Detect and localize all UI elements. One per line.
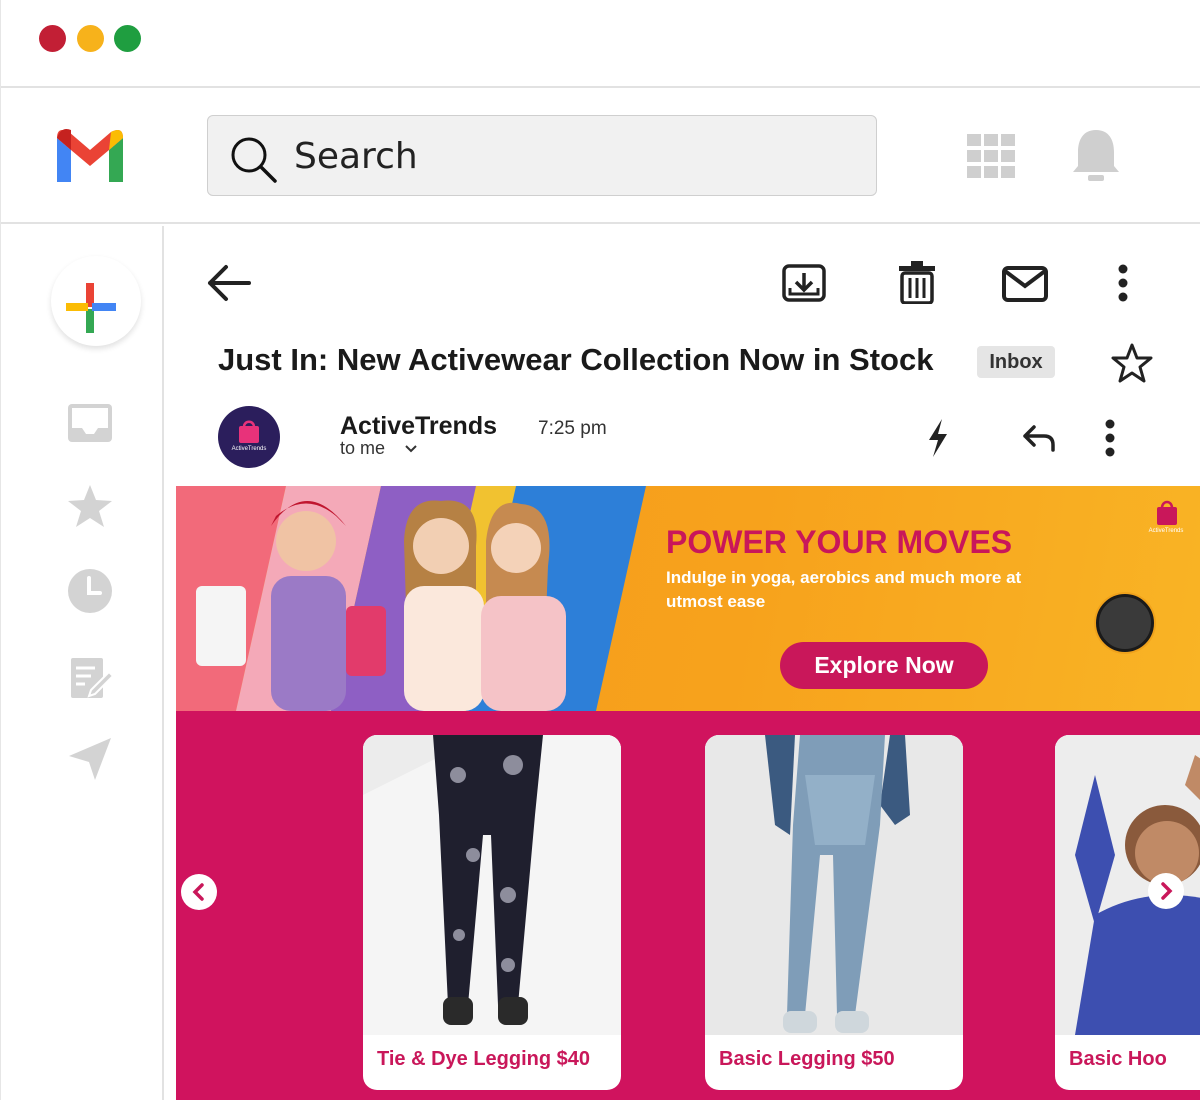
sidebar bbox=[1, 226, 164, 1100]
app-header: Search bbox=[1, 90, 1200, 224]
product-image bbox=[705, 735, 963, 1035]
sender-name[interactable]: ActiveTrends bbox=[340, 412, 497, 441]
recipient-text: to me bbox=[340, 438, 386, 458]
star-icon[interactable] bbox=[65, 482, 115, 532]
bell-icon[interactable] bbox=[1071, 128, 1121, 182]
inbox-icon[interactable] bbox=[65, 398, 115, 448]
apps-grid-icon[interactable] bbox=[967, 134, 1015, 178]
archive-icon[interactable] bbox=[782, 264, 826, 302]
trash-icon[interactable] bbox=[898, 260, 936, 304]
chevron-right-icon bbox=[1161, 882, 1173, 900]
banner-subtext: Indulge in yoga, aerobics and much more … bbox=[666, 568, 1022, 611]
product-carousel: Tie & Dye Legging $40 Basic Legging $50 bbox=[176, 711, 1200, 1100]
search-label: Search bbox=[294, 136, 418, 177]
minimize-window-button[interactable] bbox=[77, 25, 104, 52]
brand-logo: ActiveTrends bbox=[1141, 498, 1191, 536]
clock-icon[interactable] bbox=[65, 566, 115, 616]
carousel-next-button[interactable] bbox=[1148, 873, 1184, 909]
compose-button[interactable] bbox=[51, 256, 141, 346]
more-vert-icon[interactable] bbox=[1103, 419, 1117, 457]
lightning-icon[interactable] bbox=[926, 418, 950, 458]
email-time: 7:25 pm bbox=[538, 418, 607, 439]
email-view: Just In: New Activewear Collection Now i… bbox=[166, 226, 1200, 1100]
sender-avatar: ActiveTrends bbox=[218, 406, 280, 468]
inbox-label-badge[interactable]: Inbox bbox=[977, 346, 1055, 378]
promo-banner: POWER YOUR MOVES Indulge in yoga, aerobi… bbox=[176, 486, 1200, 711]
back-arrow-icon[interactable] bbox=[206, 264, 252, 302]
avatar-brand-text: ActiveTrends bbox=[231, 446, 267, 452]
browser-window: Search Just In: New Activewear Collectio… bbox=[0, 0, 1200, 1100]
product-image bbox=[363, 735, 621, 1035]
search-bar[interactable]: Search bbox=[207, 115, 877, 196]
shopping-bag-icon bbox=[239, 420, 259, 443]
product-card[interactable]: Basic Hoo bbox=[1055, 735, 1200, 1090]
carousel-prev-button[interactable] bbox=[181, 874, 217, 910]
close-window-button[interactable] bbox=[39, 25, 66, 52]
shopping-bag-icon bbox=[1157, 500, 1177, 525]
banner-headline: POWER YOUR MOVES bbox=[666, 524, 1013, 560]
chevron-down-icon[interactable] bbox=[404, 444, 418, 454]
product-name: Tie & Dye Legging $40 bbox=[377, 1048, 591, 1070]
gmail-logo-icon[interactable] bbox=[53, 124, 127, 186]
title-bar bbox=[1, 0, 1200, 88]
product-card[interactable]: Basic Legging $50 bbox=[705, 735, 963, 1090]
more-vert-icon[interactable] bbox=[1116, 264, 1130, 304]
reply-icon[interactable] bbox=[1022, 424, 1056, 452]
star-toggle-icon[interactable] bbox=[1110, 342, 1154, 384]
recipient-line[interactable]: to me bbox=[340, 438, 418, 459]
explore-now-button[interactable]: Explore Now bbox=[780, 642, 988, 689]
mail-icon[interactable] bbox=[1002, 266, 1048, 302]
brand-logo-text: ActiveTrends bbox=[1148, 528, 1184, 534]
product-card[interactable]: Tie & Dye Legging $40 bbox=[363, 735, 621, 1090]
compose-plus-icon bbox=[66, 283, 116, 333]
chevron-left-icon bbox=[192, 883, 204, 901]
maximize-window-button[interactable] bbox=[114, 25, 141, 52]
send-icon[interactable] bbox=[65, 734, 115, 784]
email-subject: Just In: New Activewear Collection Now i… bbox=[218, 342, 934, 377]
product-name: Basic Hoo bbox=[1069, 1048, 1167, 1070]
models-photo bbox=[176, 486, 646, 711]
product-name: Basic Legging $50 bbox=[719, 1048, 895, 1070]
search-icon bbox=[231, 137, 277, 183]
record-button[interactable] bbox=[1096, 594, 1154, 652]
drafts-icon[interactable] bbox=[65, 652, 115, 702]
